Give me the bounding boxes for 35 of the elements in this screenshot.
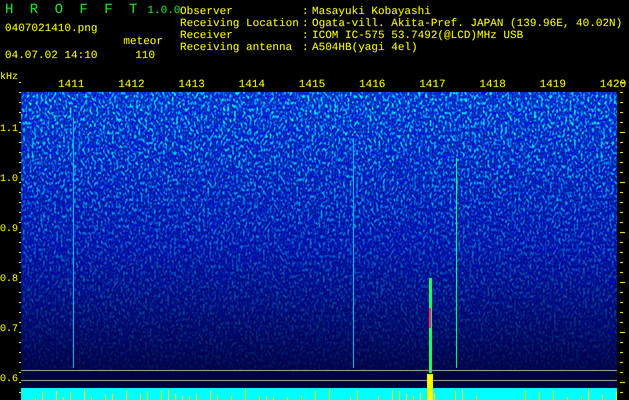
time-label: 1414 bbox=[238, 79, 266, 91]
axis-label: 0.7 bbox=[0, 324, 18, 336]
time-label: 1415 bbox=[298, 79, 326, 91]
counter-label: meteor bbox=[123, 36, 163, 48]
timestamp: 04.07.02 14:10 bbox=[5, 50, 98, 62]
colon: : bbox=[302, 30, 310, 42]
info-value: ICOM IC-575 53.7492(@LCD)MHz USB bbox=[312, 30, 524, 42]
axis-label: 1.1 bbox=[0, 124, 18, 136]
info-value: A504HB(yagi 4el) bbox=[312, 42, 418, 54]
time-label: 1418 bbox=[478, 79, 507, 91]
colon: : bbox=[302, 42, 310, 54]
colon: : bbox=[302, 6, 310, 18]
version-label: 1.0.0 bbox=[147, 5, 180, 17]
info-label: Receiver bbox=[180, 30, 234, 42]
info-value: Masayuki Kobayashi bbox=[312, 6, 431, 18]
info-label: Receiving antenna bbox=[180, 42, 294, 54]
counter-value: 110 bbox=[135, 50, 155, 62]
info-label: Receiving Location bbox=[180, 18, 300, 30]
time-label: 1413 bbox=[177, 79, 206, 91]
colon: : bbox=[302, 18, 310, 30]
axis-label: 0.6 bbox=[0, 374, 18, 386]
file-name: 0407021410.png bbox=[5, 23, 98, 35]
time-label: 1419 bbox=[538, 79, 567, 91]
time-label: 1411 bbox=[57, 79, 86, 91]
axis-label: 0.9 bbox=[0, 224, 18, 236]
app-title: H R O F F T bbox=[5, 3, 142, 17]
time-label: 1412 bbox=[117, 79, 146, 91]
info-label: Observer bbox=[180, 6, 234, 18]
axis-unit: kHz bbox=[0, 72, 18, 84]
axis-label: 0.8 bbox=[0, 274, 18, 286]
axis-label: 1.0 bbox=[0, 174, 18, 186]
time-label: 1417 bbox=[418, 79, 447, 91]
time-label: 1416 bbox=[358, 79, 386, 91]
time-label: 1420 bbox=[598, 79, 628, 91]
info-value: Ogata-vill. Akita-Pref. JAPAN (139.96E, 40.02N) bbox=[312, 18, 622, 30]
